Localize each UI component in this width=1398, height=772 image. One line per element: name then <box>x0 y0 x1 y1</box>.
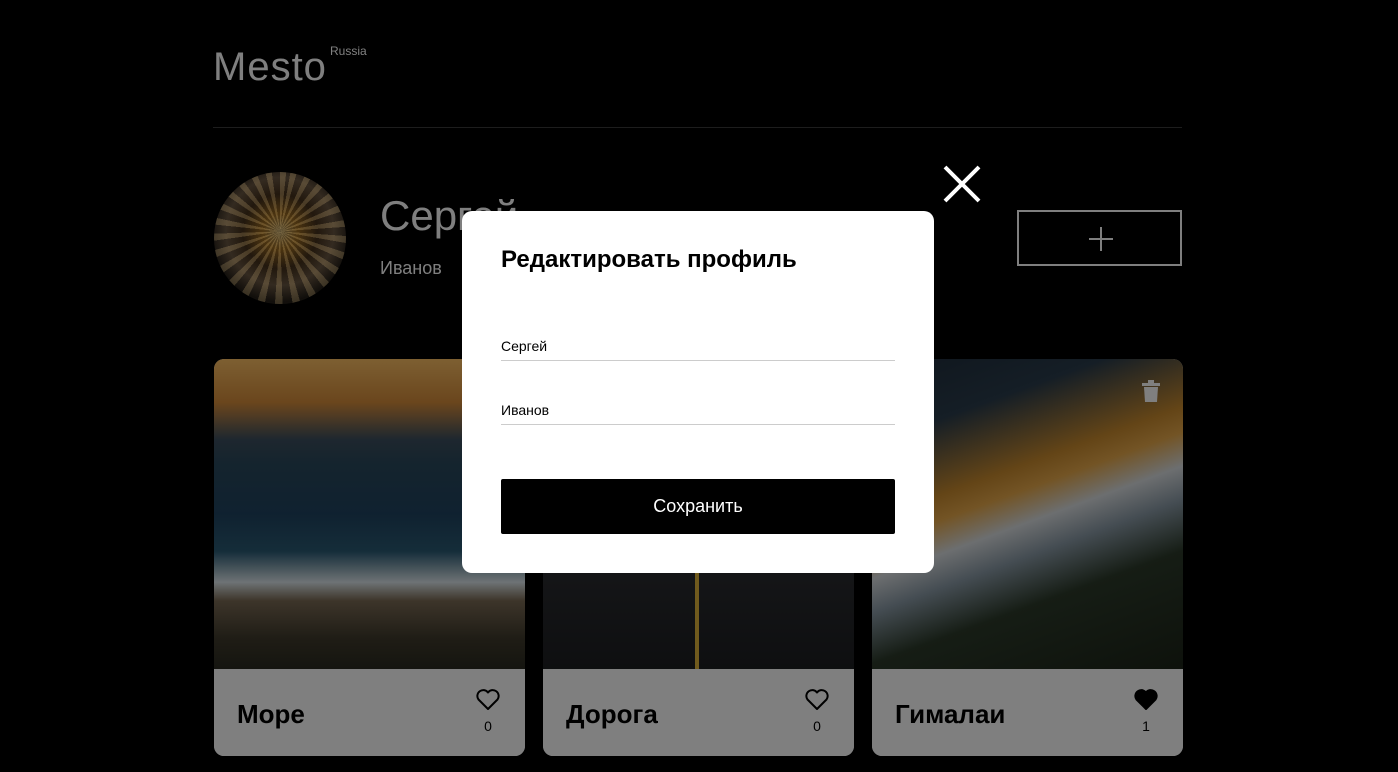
save-button[interactable]: Сохранить <box>501 479 895 534</box>
popup-title: Редактировать профиль <box>501 246 797 273</box>
page: Mesto Russia Сергей Иванов Море 0 Дорога <box>0 0 1398 772</box>
close-icon[interactable] <box>942 164 982 204</box>
job-input[interactable] <box>501 395 895 425</box>
edit-profile-popup: Редактировать профиль Сохранить <box>462 211 934 573</box>
name-input[interactable] <box>501 331 895 361</box>
